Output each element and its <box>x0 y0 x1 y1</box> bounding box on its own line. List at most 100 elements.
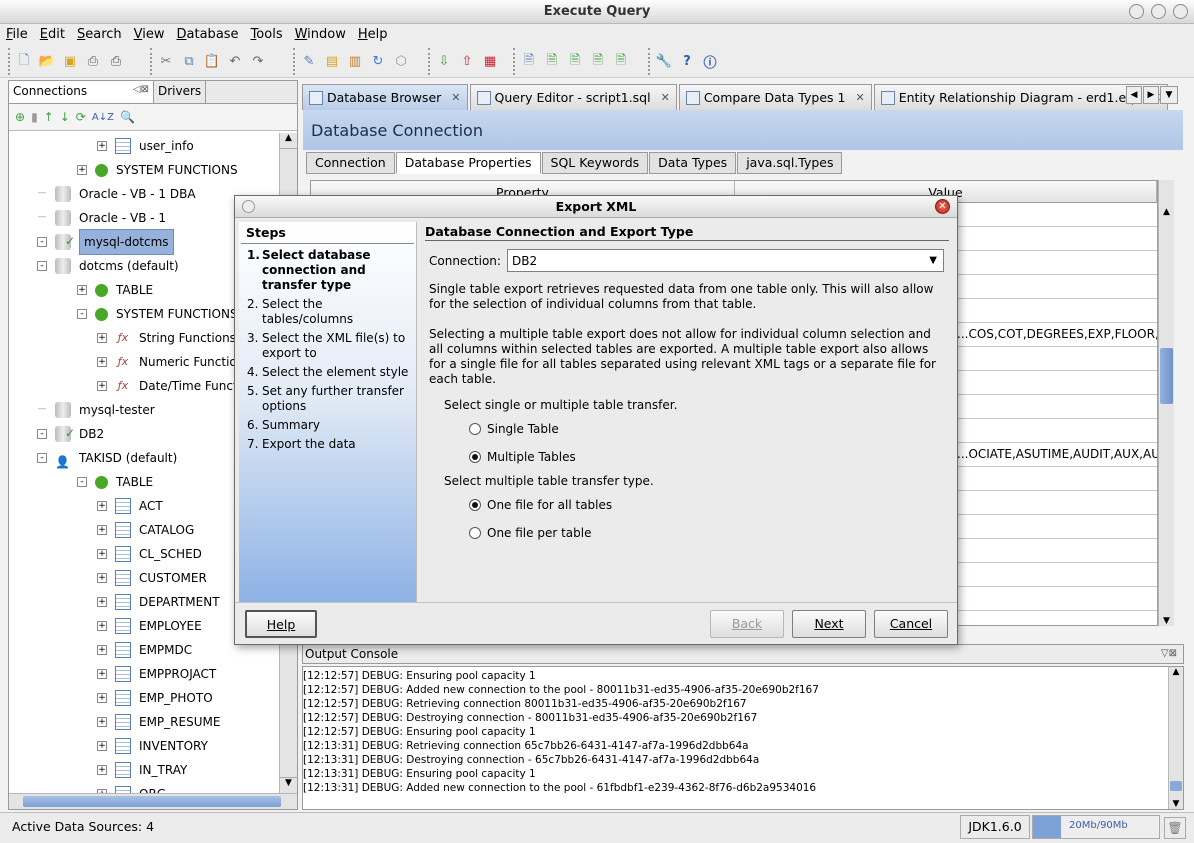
expand-icon[interactable]: + <box>97 141 107 151</box>
help-button[interactable]: Help <box>245 610 317 638</box>
close-window-button[interactable] <box>1173 4 1188 19</box>
menu-view[interactable]: View <box>128 27 171 42</box>
property-tab[interactable]: java.sql.Types <box>737 152 843 174</box>
collapse-icon[interactable]: - <box>77 477 87 487</box>
tab-scroll-left-icon[interactable]: ◀ <box>1126 86 1142 104</box>
browser-icon[interactable]: ▤ <box>322 52 342 72</box>
tree-item[interactable]: + CL_SCHED <box>97 542 202 566</box>
delete-icon[interactable]: ▦ <box>480 52 500 72</box>
editor-tab[interactable]: Query Editor - script1.sql ✕ <box>469 84 677 110</box>
expand-icon[interactable]: + <box>97 381 107 391</box>
sort-az-icon[interactable]: A↓Z <box>92 112 114 123</box>
editor-tab[interactable]: Compare Data Types 1 ✕ <box>678 84 872 110</box>
expand-icon[interactable]: + <box>97 621 107 631</box>
dialog-menu-button[interactable] <box>242 200 255 213</box>
tree-item[interactable]: + CUSTOMER <box>97 566 207 590</box>
delete-connection-icon[interactable]: ▮ <box>31 110 38 124</box>
tab-list-icon[interactable]: ▼ <box>1160 86 1178 104</box>
refresh-icon[interactable]: ↻ <box>368 52 388 72</box>
collapse-icon[interactable]: - <box>37 453 47 463</box>
tree-item[interactable]: - ✓ mysql-dotcms <box>37 229 174 255</box>
tree-item[interactable]: + TABLE <box>77 278 153 302</box>
property-tab[interactable]: Connection <box>306 152 395 174</box>
expand-icon[interactable]: + <box>97 597 107 607</box>
tree-item[interactable]: + EMPPROJACT <box>97 662 216 686</box>
radio-per-table[interactable]: One file per table <box>469 526 591 540</box>
collapse-icon[interactable]: - <box>77 309 87 319</box>
search-icon[interactable]: 🔍 <box>120 110 135 124</box>
radio-single-table[interactable]: Single Table <box>469 422 559 436</box>
close-tab-icon[interactable]: ✕ <box>855 91 864 104</box>
doc-check-icon[interactable]: 🗎 <box>611 52 631 72</box>
menu-tools[interactable]: Tools <box>245 27 289 42</box>
expand-icon[interactable]: + <box>97 501 107 511</box>
expand-icon[interactable]: + <box>97 549 107 559</box>
open-folder-icon[interactable]: 📂 <box>37 52 57 72</box>
query-editor-icon[interactable]: ✎ <box>299 52 319 72</box>
copy-icon[interactable]: ⧉ <box>179 52 199 72</box>
tree-item[interactable]: + user_info <box>97 134 194 158</box>
tab-scroll-right-icon[interactable]: ▶ <box>1143 86 1159 104</box>
property-tab[interactable]: SQL Keywords <box>541 152 649 174</box>
next-button[interactable]: Next <box>792 610 866 638</box>
expand-icon[interactable]: + <box>97 525 107 535</box>
export-icon[interactable]: ⇧ <box>457 52 477 72</box>
property-tab[interactable]: Database Properties <box>395 152 541 174</box>
tree-item[interactable]: - TABLE <box>77 470 153 494</box>
expand-icon[interactable]: + <box>77 165 87 175</box>
menu-edit[interactable]: Edit <box>34 27 71 42</box>
maximize-button[interactable] <box>1151 4 1166 19</box>
collapse-icon[interactable]: - <box>37 429 47 439</box>
close-tab-icon[interactable]: ✕ <box>661 91 670 104</box>
menu-database[interactable]: Database <box>171 27 245 42</box>
property-tab[interactable]: Data Types <box>649 152 737 174</box>
import-icon[interactable]: ⇩ <box>434 52 454 72</box>
redo-icon[interactable]: ↷ <box>248 52 268 72</box>
tab-connections[interactable]: Connections ◁⊠ <box>9 81 154 103</box>
tree-item[interactable]: - dotcms (default) <box>37 254 179 278</box>
expand-icon[interactable]: + <box>97 645 107 655</box>
tree-item[interactable]: - 👤 TAKISD (default) <box>37 446 177 470</box>
tree-item[interactable]: + EMPMDC <box>97 638 192 662</box>
collapse-icon[interactable]: - <box>37 261 47 271</box>
help-icon[interactable]: ? <box>677 52 697 72</box>
collapse-icon[interactable]: - <box>37 237 47 247</box>
undo-icon[interactable]: ↶ <box>225 52 245 72</box>
print-preview-icon[interactable]: ⎙ <box>83 52 103 72</box>
editor-tab[interactable]: Database Browser ✕ <box>302 84 468 110</box>
tree-item[interactable]: + ƒx String Functions <box>97 326 236 350</box>
connection-select[interactable]: DB2 ▼ <box>507 249 944 272</box>
radio-multiple-tables[interactable]: Multiple Tables <box>469 450 576 464</box>
tree-item[interactable]: + EMPLOYEE <box>97 614 202 638</box>
console-menu-icon[interactable]: ▽⊠ <box>1161 645 1177 663</box>
tree-item[interactable]: +ORG <box>97 782 166 793</box>
menu-help[interactable]: Help <box>352 27 394 42</box>
tree-item[interactable]: + SYSTEM FUNCTIONS <box>77 158 238 182</box>
tree-item[interactable]: - ✓ DB2 <box>37 422 104 446</box>
expand-icon[interactable]: + <box>97 765 107 775</box>
dialog-close-icon[interactable]: ✕ <box>935 199 950 214</box>
move-up-icon[interactable]: ↑ <box>44 110 54 124</box>
tab-drivers[interactable]: Drivers <box>154 81 207 103</box>
menu-window[interactable]: Window <box>289 27 352 42</box>
radio-multiple-tables-indicator[interactable] <box>469 451 481 463</box>
tree-item[interactable]: — Oracle - VB - 1 <box>37 206 166 230</box>
cut-icon[interactable]: ✂ <box>156 52 176 72</box>
tree-branch-icon[interactable]: — <box>37 405 47 415</box>
editor-tab[interactable]: Entity Relationship Diagram - erd1.eqd✕ <box>873 84 1169 110</box>
expand-icon[interactable]: + <box>97 357 107 367</box>
output-console[interactable]: [12:12:57] DEBUG: Ensuring pool capacity… <box>302 666 1184 810</box>
tree-item[interactable]: — Oracle - VB - 1 DBA <box>37 182 196 206</box>
menu-file[interactable]: File <box>0 27 34 42</box>
expand-icon[interactable]: + <box>97 333 107 343</box>
new-connection-icon[interactable]: ⊕ <box>15 110 25 124</box>
expand-icon[interactable]: + <box>77 285 87 295</box>
radio-single-table-indicator[interactable] <box>469 423 481 435</box>
trash-icon[interactable]: 🗑 <box>1164 817 1186 839</box>
tree-item[interactable]: - SYSTEM FUNCTIONS <box>77 302 238 326</box>
radio-per-table-indicator[interactable] <box>469 527 481 539</box>
expand-icon[interactable]: + <box>97 669 107 679</box>
tree-branch-icon[interactable]: — <box>37 213 47 223</box>
tree-item[interactable]: + CATALOG <box>97 518 194 542</box>
doc-next-icon[interactable]: 🗎 <box>565 52 585 72</box>
